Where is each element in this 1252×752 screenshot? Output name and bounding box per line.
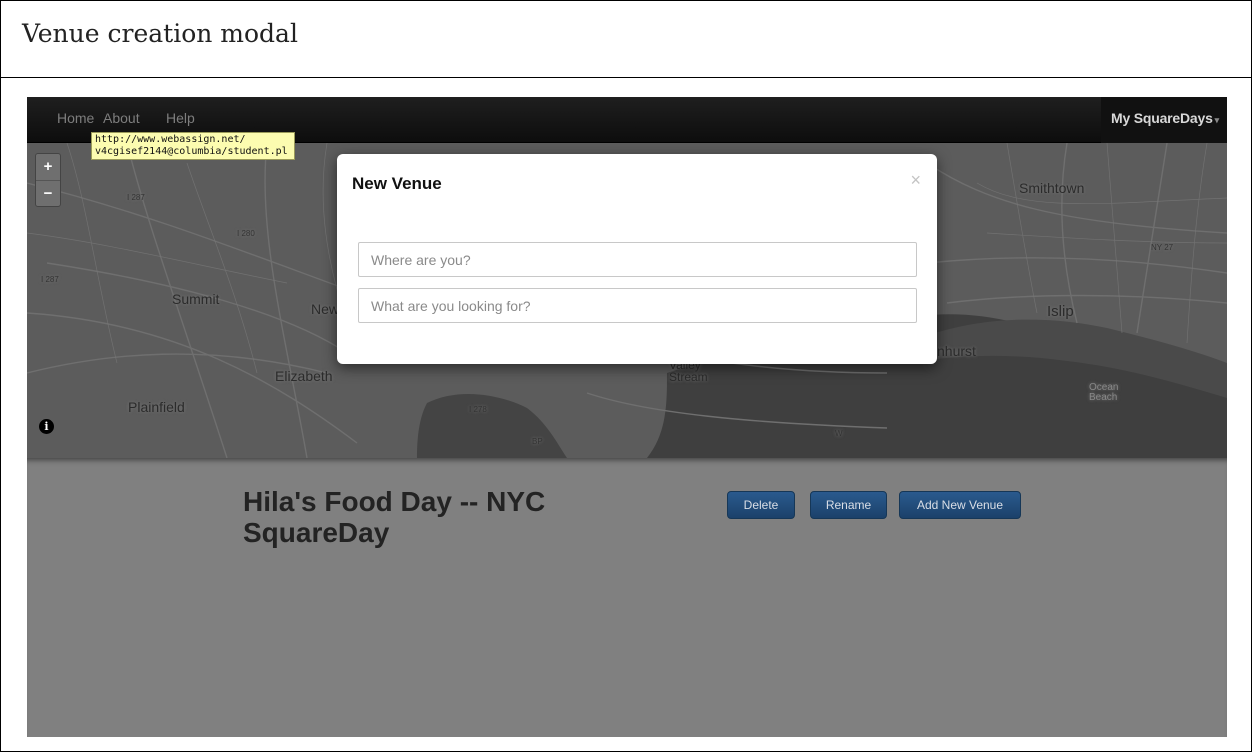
zoom-in-button[interactable]: +	[36, 154, 60, 180]
map-label-elizabeth: Elizabeth	[275, 368, 333, 384]
map-zoom-control: + −	[35, 153, 61, 207]
nav-help-link[interactable]: Help	[166, 110, 195, 126]
map-shield-i278: I 278	[469, 405, 487, 414]
account-menu[interactable]: My SquareDays ▾	[1101, 97, 1227, 143]
chevron-down-icon: ▾	[1214, 115, 1220, 125]
map-shield-i287b: I 287	[41, 275, 59, 284]
nav-home-link[interactable]: Home	[57, 110, 94, 126]
map-label-plainfield: Plainfield	[128, 399, 185, 415]
what-input[interactable]	[358, 288, 917, 323]
caption-bar: Venue creation modal	[1, 1, 1251, 78]
map-label-smithtown: Smithtown	[1019, 180, 1085, 196]
map-label-summit: Summit	[172, 291, 220, 307]
map-shield-bp: BP	[532, 437, 543, 446]
info-icon[interactable]: i	[39, 419, 54, 434]
map-label-islip: Islip	[1047, 303, 1074, 320]
map-label-ocean-beach: Ocean Beach	[1089, 383, 1118, 403]
map-label-new: New	[311, 301, 340, 317]
rename-button[interactable]: Rename	[810, 491, 887, 519]
where-input[interactable]	[358, 242, 917, 277]
modal-title: New Venue	[352, 174, 442, 193]
account-menu-toggle[interactable]: My SquareDays ▾	[1111, 110, 1219, 126]
link-tooltip: http://www.webassign.net/ v4cgisef2144@c…	[91, 132, 295, 160]
figure-caption: Venue creation modal	[22, 19, 298, 48]
map-shield-w: W	[835, 429, 843, 438]
delete-button[interactable]: Delete	[727, 491, 795, 519]
map-shield-ny27: NY 27	[1151, 243, 1174, 252]
harbor-water	[417, 393, 567, 458]
nav-about-link[interactable]: About	[103, 110, 140, 126]
figure-frame: Venue creation modal Home About Help My …	[0, 0, 1252, 752]
add-new-venue-button[interactable]: Add New Venue	[899, 491, 1021, 519]
close-icon[interactable]: ×	[910, 170, 921, 191]
map-label-stream: Stream	[669, 370, 708, 384]
squareday-content: Hila's Food Day -- NYC SquareDay Delete …	[27, 458, 1227, 737]
map-shield-i287a: I 287	[127, 193, 145, 202]
app-screenshot: Home About Help My SquareDays ▾ http://ww…	[27, 97, 1227, 737]
map-shield-i280: I 280	[237, 229, 255, 238]
map-label-beach: Beach	[1089, 392, 1118, 403]
account-menu-label: My SquareDays	[1111, 110, 1213, 126]
tooltip-line-1: http://www.webassign.net/	[95, 134, 246, 145]
new-venue-modal: New Venue ×	[337, 154, 937, 364]
map-label-nhurst: nhurst	[937, 343, 976, 359]
tooltip-line-2: v4cgisef2144@columbia/student.pl	[95, 146, 288, 157]
zoom-out-button[interactable]: −	[36, 180, 60, 206]
squareday-title: Hila's Food Day -- NYC SquareDay	[243, 486, 546, 548]
